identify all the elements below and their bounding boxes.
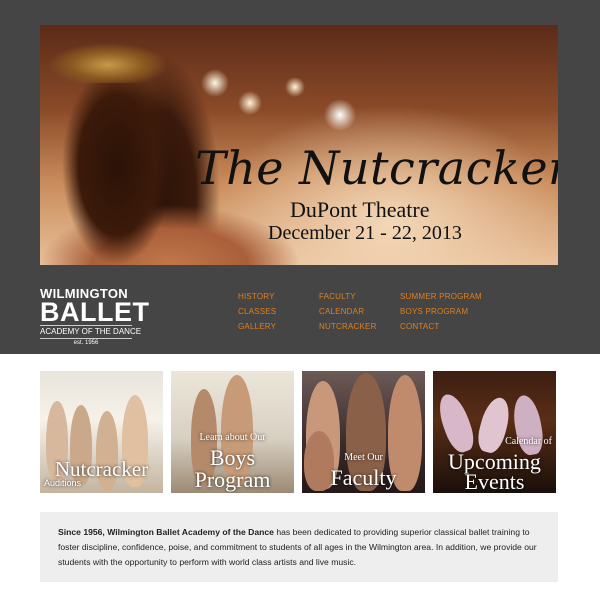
hero-photo-tiara [48,37,166,83]
tile-nutcracker-subtitle: Auditions [44,478,82,488]
tile-faculty-subtitle: Meet Our [344,452,383,463]
about-lead: Since 1956, Wilmington Ballet Academy of… [58,527,274,537]
hero-photo-dancer [62,65,172,265]
tile-faculty-title: Faculty [330,465,397,490]
about-blurb: Since 1956, Wilmington Ballet Academy of… [40,512,558,582]
tile-boys-program[interactable]: Learn about Our Boys Program [171,371,294,493]
nav-summer-program[interactable]: SUMMER PROGRAM [400,292,482,301]
tile-nutcracker-title: Nutcracker [54,457,149,481]
nav-classes[interactable]: CLASSES [238,307,276,316]
nav-history[interactable]: HISTORY [238,292,275,301]
tile-photo-dancer [509,393,547,457]
logo-line-4: est. 1956 [73,340,99,346]
about-text: Since 1956, Wilmington Ballet Academy of… [58,525,542,570]
feature-tiles: Nutcracker Auditions Learn about Our Boy… [40,371,558,493]
main-nav: HISTORY CLASSES GALLERY FACULTY CALENDAR… [0,292,600,337]
hero-banner[interactable]: The Nutcracker DuPont Theatre December 2… [40,25,558,265]
nav-contact[interactable]: CONTACT [400,322,439,331]
tile-events-title-2: Events [464,469,525,493]
hero-venue: DuPont Theatre [290,197,430,222]
nav-gallery[interactable]: GALLERY [238,322,276,331]
tile-boys-title-2: Program [194,467,271,492]
nav-faculty[interactable]: FACULTY [319,292,356,301]
tile-boys-title-1: Boys [209,445,256,470]
tile-faculty[interactable]: Meet Our Faculty [302,371,425,493]
nav-calendar[interactable]: CALENDAR [319,307,364,316]
nav-boys-program[interactable]: BOYS PROGRAM [400,307,468,316]
tile-nutcracker-auditions[interactable]: Nutcracker Auditions [40,371,163,493]
hero-title: The Nutcracker [195,141,558,195]
nav-nutcracker[interactable]: NUTCRACKER [319,322,377,331]
hero-dates: December 21 - 22, 2013 [268,222,462,244]
tile-boys-subtitle: Learn about Our [199,432,266,443]
tile-upcoming-events[interactable]: Calendar of Upcoming Events [433,371,556,493]
tile-events-subtitle: Calendar of [505,436,552,447]
